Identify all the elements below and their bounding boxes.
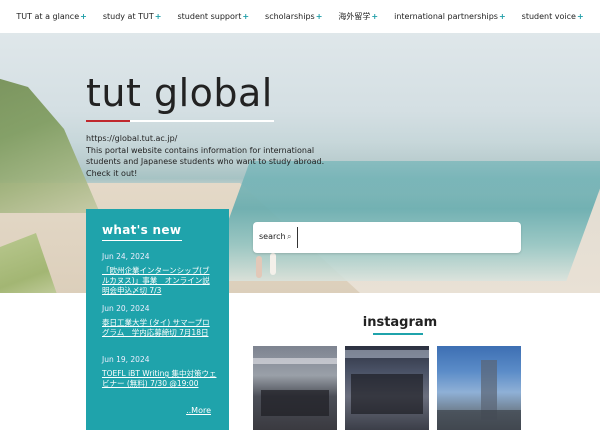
coastal-hill bbox=[0, 73, 100, 213]
search-input[interactable] bbox=[297, 227, 515, 248]
instagram-underline bbox=[373, 333, 423, 335]
title-underline-accent bbox=[86, 120, 130, 122]
nav-item-label: scholarships bbox=[265, 12, 315, 21]
nav-item-label: TUT at a glance bbox=[16, 12, 80, 21]
nav-item-label: student voice bbox=[521, 12, 576, 21]
nav-item-study-abroad[interactable]: 海外留学+ bbox=[330, 11, 386, 22]
instagram-post-image[interactable] bbox=[345, 346, 429, 430]
plus-icon: + bbox=[498, 12, 506, 21]
search-label: search bbox=[259, 232, 286, 241]
instagram-title: instagram bbox=[362, 315, 438, 330]
site-title: tut global bbox=[86, 71, 273, 115]
top-navigation: TUT at a glance+ study at TUT+ student s… bbox=[0, 0, 600, 33]
news-item: Jun 20, 2024 泰日工業大学 (タイ) サマープログラム 学内応募締切… bbox=[102, 304, 217, 338]
nav-item-label: student support bbox=[177, 12, 242, 21]
news-date: Jun 19, 2024 bbox=[102, 355, 150, 364]
sea-waves bbox=[206, 161, 600, 281]
plus-icon: + bbox=[242, 12, 250, 21]
title-underline bbox=[86, 120, 274, 122]
news-link[interactable]: 泰日工業大学 (タイ) サマープログラム 学内応募締切 7月18日 bbox=[102, 318, 217, 338]
news-link[interactable]: TOEFL iBT Writing 集中対策ウェビナー (無料) 7/30 @1… bbox=[102, 369, 217, 389]
news-item: Jun 19, 2024 TOEFL iBT Writing 集中対策ウェビナー… bbox=[102, 355, 217, 389]
site-description: This portal website contains information… bbox=[86, 145, 325, 178]
search-icon[interactable]: ⌕ bbox=[287, 232, 291, 242]
nav-item-label: international partnerships bbox=[394, 12, 498, 21]
nav-item-label: study at TUT bbox=[102, 12, 154, 21]
whats-new-title: what's new bbox=[102, 223, 182, 237]
instagram-post-image[interactable] bbox=[253, 346, 337, 430]
intro-text: https://global.tut.ac.jp/ This portal we… bbox=[86, 133, 336, 179]
news-date: Jun 24, 2024 bbox=[102, 252, 150, 261]
nav-item-student-voice[interactable]: student voice+ bbox=[514, 12, 592, 21]
plus-icon: + bbox=[80, 12, 87, 21]
plus-icon: + bbox=[371, 12, 379, 21]
instagram-post-image[interactable] bbox=[437, 346, 521, 430]
nav-item-scholarships[interactable]: scholarships+ bbox=[257, 12, 330, 21]
search-box: search ⌕ bbox=[253, 222, 521, 253]
news-link[interactable]: 「欧州企業インターンシップ(ブルカヌス)」事業 オンライン説明会申込〆切 7/3 bbox=[102, 266, 217, 296]
person-figure bbox=[256, 256, 262, 278]
news-item: Jun 24, 2024 「欧州企業インターンシップ(ブルカヌス)」事業 オンラ… bbox=[102, 252, 217, 296]
plus-icon: + bbox=[154, 12, 162, 21]
news-date: Jun 20, 2024 bbox=[102, 304, 150, 313]
nav-item-study-at-tut[interactable]: study at TUT+ bbox=[95, 12, 170, 21]
more-news-link[interactable]: ..More bbox=[186, 406, 211, 415]
plus-icon: + bbox=[315, 12, 323, 21]
plus-icon: + bbox=[576, 12, 584, 21]
whats-new-underline bbox=[102, 240, 182, 241]
nav-item-student-support[interactable]: student support+ bbox=[169, 12, 257, 21]
nav-item-label: 海外留学 bbox=[338, 12, 371, 21]
person-figure bbox=[270, 253, 276, 275]
nav-item-international-partnerships[interactable]: international partnerships+ bbox=[386, 12, 514, 21]
nav-item-tut-at-a-glance[interactable]: TUT at a glance+ bbox=[8, 12, 95, 21]
whats-new-panel: what's new Jun 24, 2024 「欧州企業インターンシップ(ブル… bbox=[86, 209, 229, 430]
site-url[interactable]: https://global.tut.ac.jp/ bbox=[86, 133, 336, 145]
